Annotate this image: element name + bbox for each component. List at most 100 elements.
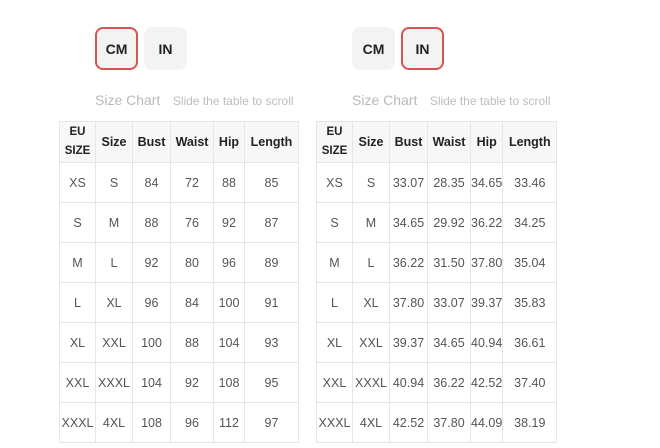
table-row: XXL XXXL 104 92 108 95 (59, 362, 299, 403)
bust-cell: 40.94 (389, 362, 428, 403)
eu-size-cell: M (316, 242, 353, 283)
length-cell: 34.25 (502, 202, 558, 243)
length-cell: 93 (244, 322, 299, 363)
table-row: L XL 37.80 33.07 39.37 35.83 (316, 282, 558, 323)
length-cell: 33.46 (502, 162, 558, 203)
length-header: Length (502, 121, 558, 163)
eu-size-cell: XXL (316, 362, 353, 403)
size-cell: XXXL (95, 362, 133, 403)
length-cell: 38.19 (502, 402, 558, 443)
hip-cell: 96 (213, 242, 245, 283)
waist-cell: 37.80 (427, 402, 471, 443)
cm-unit-button[interactable]: CM (95, 27, 138, 70)
eu-size-cell: XL (316, 322, 353, 363)
size-chart-title: Size Chart (95, 92, 161, 108)
table-row: M L 92 80 96 89 (59, 242, 299, 283)
hip-cell: 36.22 (469, 202, 504, 243)
length-cell: 37.40 (502, 362, 558, 403)
eu-size-cell: XXXL (316, 402, 353, 443)
bust-cell: 42.52 (389, 402, 428, 443)
bust-cell: 39.37 (389, 322, 428, 363)
size-cell: M (95, 202, 133, 243)
eu-size-cell: L (316, 282, 353, 323)
size-header: Size (352, 121, 390, 163)
in-unit-button[interactable]: IN (144, 27, 187, 70)
eu-size-cell: XS (316, 162, 353, 203)
size-chart-title: Size Chart (352, 92, 418, 108)
eu-size-cell: XXXL (59, 402, 96, 443)
scroll-hint: Slide the table to scroll (429, 94, 551, 108)
table-row: XL XXL 39.37 34.65 40.94 36.61 (316, 322, 558, 363)
waist-cell: 33.07 (427, 282, 471, 323)
cm-unit-button[interactable]: CM (352, 27, 395, 70)
size-cell: 4XL (95, 402, 133, 443)
length-cell: 91 (244, 282, 299, 323)
bust-cell: 36.22 (389, 242, 428, 283)
waist-cell: 36.22 (427, 362, 471, 403)
bust-cell: 34.65 (389, 202, 428, 243)
waist-cell: 80 (170, 242, 214, 283)
waist-cell: 84 (170, 282, 214, 323)
size-cell: L (352, 242, 390, 283)
size-table[interactable]: EU SIZE Size Bust Waist Hip Length XS S 84 72 88 8… (59, 121, 299, 443)
bust-cell: 33.07 (389, 162, 428, 203)
eu-size-cell: S (59, 202, 96, 243)
bust-cell: 96 (132, 282, 171, 323)
hip-cell: 39.37 (469, 282, 504, 323)
length-cell: 35.83 (502, 282, 558, 323)
table-header-row: EU SIZE Size Bust Waist Hip Length (316, 121, 558, 163)
size-chart-caption: Size Chart Slide the table to scroll (95, 92, 294, 110)
size-cell: M (352, 202, 390, 243)
in-unit-button[interactable]: IN (401, 27, 444, 70)
bust-header: Bust (389, 121, 428, 163)
waist-header: Waist (170, 121, 214, 163)
table-row: M L 36.22 31.50 37.80 35.04 (316, 242, 558, 283)
eu-size-cell: L (59, 282, 96, 323)
table-row: XL XXL 100 88 104 93 (59, 322, 299, 363)
size-cell: XXXL (352, 362, 390, 403)
bust-cell: 88 (132, 202, 171, 243)
table-row: XXXL 4XL 108 96 112 97 (59, 402, 299, 443)
hip-cell: 112 (213, 402, 245, 443)
eu-size-cell: XXL (59, 362, 96, 403)
waist-cell: 92 (170, 362, 214, 403)
waist-cell: 96 (170, 402, 214, 443)
waist-header: Waist (427, 121, 471, 163)
hip-cell: 88 (213, 162, 245, 203)
size-chart-panel-cm: CM IN Size Chart Slide the table to scro… (59, 0, 309, 448)
hip-cell: 92 (213, 202, 245, 243)
length-cell: 95 (244, 362, 299, 403)
table-row: S M 88 76 92 87 (59, 202, 299, 243)
length-cell: 87 (244, 202, 299, 243)
size-cell: XXL (95, 322, 133, 363)
scroll-hint: Slide the table to scroll (172, 94, 294, 108)
eu-size-cell: XS (59, 162, 96, 203)
size-cell: XL (352, 282, 390, 323)
bust-cell: 108 (132, 402, 171, 443)
hip-cell: 34.65 (469, 162, 504, 203)
length-cell: 85 (244, 162, 299, 203)
table-row: L XL 96 84 100 91 (59, 282, 299, 323)
bust-cell: 37.80 (389, 282, 428, 323)
hip-header: Hip (469, 121, 504, 163)
size-cell: S (95, 162, 133, 203)
hip-cell: 37.80 (469, 242, 504, 283)
bust-cell: 84 (132, 162, 171, 203)
table-row: XXL XXXL 40.94 36.22 42.52 37.40 (316, 362, 558, 403)
bust-header: Bust (132, 121, 171, 163)
length-cell: 35.04 (502, 242, 558, 283)
waist-cell: 28.35 (427, 162, 471, 203)
hip-cell: 42.52 (469, 362, 504, 403)
size-table[interactable]: EU SIZE Size Bust Waist Hip Length XS S 33.07 28… (316, 121, 558, 443)
size-cell: XL (95, 282, 133, 323)
eu-size-cell: S (316, 202, 353, 243)
table-row: XXXL 4XL 42.52 37.80 44.09 38.19 (316, 402, 558, 443)
waist-cell: 29.92 (427, 202, 471, 243)
table-row: XS S 84 72 88 85 (59, 162, 299, 203)
hip-header: Hip (213, 121, 245, 163)
table-header-row: EU SIZE Size Bust Waist Hip Length (59, 121, 299, 163)
eu-size-header: EU SIZE (59, 121, 96, 163)
table-row: XS S 33.07 28.35 34.65 33.46 (316, 162, 558, 203)
size-cell: 4XL (352, 402, 390, 443)
eu-size-header: EU SIZE (316, 121, 353, 163)
